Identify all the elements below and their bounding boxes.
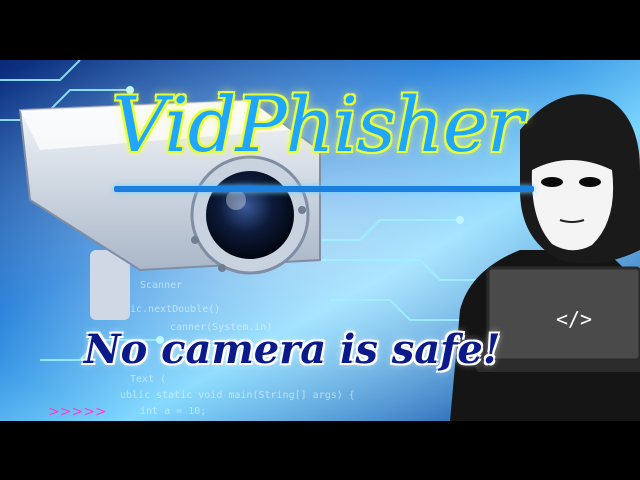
laptop-code-glyph: </> — [555, 307, 593, 331]
svg-text:Scanner: Scanner — [140, 280, 182, 291]
title-underline — [114, 186, 534, 192]
letterbox-bottom — [0, 421, 640, 480]
svg-text:ic.nextDouble(): ic.nextDouble() — [130, 304, 220, 315]
channel-title: VidPhisher — [112, 80, 523, 169]
letterbox-top — [0, 0, 640, 60]
svg-text:int a = 10;: int a = 10; — [140, 406, 206, 417]
svg-text:ublic static void main(String[: ublic static void main(String[] args) { — [120, 390, 355, 401]
tagline: No camera is safe! — [84, 326, 501, 373]
svg-text:>>>>>: >>>>> — [48, 404, 107, 420]
